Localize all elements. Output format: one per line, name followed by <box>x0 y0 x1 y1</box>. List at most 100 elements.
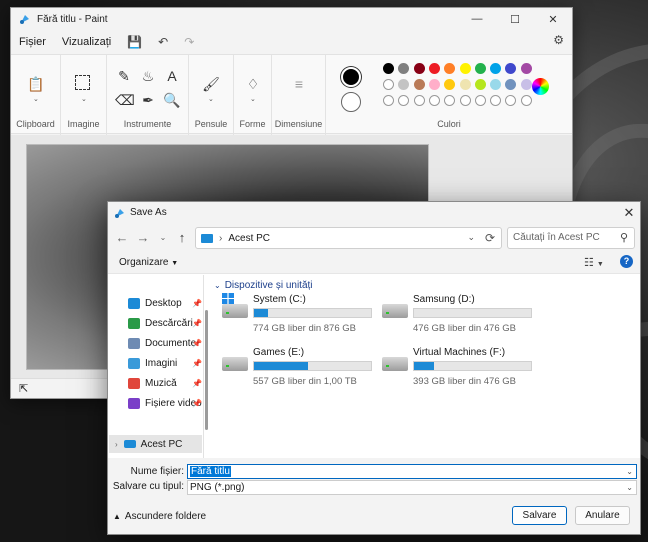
scrollbar-thumb[interactable] <box>205 310 208 430</box>
color-swatch[interactable] <box>505 63 517 74</box>
color-swatch[interactable] <box>474 79 486 90</box>
color-swatch[interactable] <box>398 63 410 74</box>
color-swatch[interactable] <box>474 95 486 106</box>
pin-icon[interactable]: 📌 <box>192 339 202 348</box>
organize-button[interactable]: Organizare ▼ <box>119 257 178 268</box>
chevron-down-icon[interactable]: ⌄ <box>33 95 39 103</box>
nav-item-this-pc[interactable]: › Acest PC <box>109 435 202 453</box>
chevron-down-icon[interactable]: ⌄ <box>626 481 633 494</box>
edit-colors-icon[interactable] <box>532 78 549 95</box>
color-swatch[interactable] <box>505 79 517 90</box>
save-icon[interactable]: 💾 <box>127 35 142 49</box>
color-swatch[interactable] <box>459 95 471 106</box>
color-swatch[interactable] <box>444 79 456 90</box>
search-icon[interactable]: ⚲ <box>620 228 628 248</box>
nav-item[interactable]: Fișiere video 📌 <box>128 394 202 412</box>
nav-item[interactable]: Muzică 📌 <box>128 374 202 392</box>
drive-item[interactable]: Games (E:) 557 GB liber din 1,00 TB <box>222 347 387 389</box>
drive-usage-bar <box>413 361 532 371</box>
recent-chevron-icon[interactable]: ⌄ <box>155 233 171 242</box>
color-swatch[interactable] <box>520 95 532 106</box>
color-swatch[interactable] <box>520 63 532 74</box>
select-icon[interactable] <box>75 75 90 90</box>
drive-item[interactable]: Samsung (D:) 476 GB liber din 476 GB <box>382 294 547 336</box>
hide-folders-button[interactable]: ▲ Ascundere foldere <box>113 511 206 522</box>
color-swatch[interactable] <box>505 95 517 106</box>
forward-arrow-icon[interactable]: → <box>135 230 151 245</box>
up-arrow-icon[interactable]: ↑ <box>174 230 190 245</box>
nav-item[interactable]: Documente 📌 <box>128 334 202 352</box>
address-bar[interactable]: › Acest PC ⌄ ⟳ <box>195 227 502 249</box>
nav-item[interactable]: Desktop 📌 <box>128 294 202 312</box>
redo-icon[interactable]: ↷ <box>184 35 194 49</box>
drive-item[interactable]: System (C:) 774 GB liber din 876 GB <box>222 294 387 336</box>
color-swatch[interactable] <box>459 79 471 90</box>
brush-icon[interactable]: 🖌 <box>202 75 220 93</box>
search-input[interactable]: Căutați în Acest PC ⚲ <box>507 227 635 249</box>
color-swatch[interactable] <box>413 63 425 74</box>
color-swatch[interactable] <box>383 95 394 106</box>
pin-icon[interactable]: 📌 <box>192 379 202 388</box>
group-size: ≡ Dimensiune <box>272 55 326 135</box>
color-swatch[interactable] <box>383 79 394 90</box>
text-icon[interactable]: A <box>163 67 181 85</box>
size-icon[interactable]: ≡ <box>290 75 308 93</box>
menu-view[interactable]: Vizualizați <box>62 36 111 48</box>
nav-scrollbar[interactable] <box>205 275 209 458</box>
pin-icon[interactable]: 📌 <box>192 299 202 308</box>
eraser-icon[interactable]: ⌫ <box>115 91 135 109</box>
color-swatch[interactable] <box>428 79 440 90</box>
color-swatch[interactable] <box>444 95 456 106</box>
pin-icon[interactable]: 📌 <box>192 319 202 328</box>
chevron-down-icon[interactable]: ⌄ <box>208 95 214 103</box>
color-swatch[interactable] <box>490 79 502 90</box>
color-swatch[interactable] <box>520 79 532 90</box>
back-arrow-icon[interactable]: ← <box>114 230 130 245</box>
minimize-icon[interactable]: — <box>458 8 496 30</box>
drive-item[interactable]: Virtual Machines (F:) 393 GB liber din 47… <box>382 347 547 389</box>
refresh-icon[interactable]: ⟳ <box>485 231 495 245</box>
menu-file[interactable]: Fișier <box>19 36 46 48</box>
color-swatch[interactable] <box>490 63 502 74</box>
shapes-icon[interactable]: ♢ <box>244 75 262 93</box>
cancel-button[interactable]: Anulare <box>575 506 630 525</box>
color-swatch[interactable] <box>398 95 410 106</box>
secondary-color-swatch[interactable] <box>341 92 361 112</box>
pin-icon[interactable]: 📌 <box>192 399 202 408</box>
color-swatch[interactable] <box>444 63 456 74</box>
color-swatch[interactable] <box>459 63 471 74</box>
color-swatch[interactable] <box>398 79 410 90</box>
nav-item[interactable]: Imagini 📌 <box>128 354 202 372</box>
pencil-icon[interactable]: ✎ <box>115 67 133 85</box>
nav-item[interactable]: Descărcări 📌 <box>128 314 202 332</box>
color-swatch[interactable] <box>428 63 440 74</box>
magnifier-icon[interactable]: 🔍 <box>163 91 181 109</box>
save-button[interactable]: Salvare <box>512 506 567 525</box>
color-swatch[interactable] <box>490 95 502 106</box>
color-swatch[interactable] <box>428 95 440 106</box>
chevron-down-icon[interactable]: ⌄ <box>250 95 256 103</box>
maximize-icon[interactable]: ☐ <box>496 8 534 30</box>
close-icon[interactable]: ✕ <box>534 8 572 30</box>
expand-chevron-icon[interactable]: › <box>115 440 118 449</box>
view-options-icon[interactable]: ☷ ▼ <box>584 256 604 269</box>
filetype-select[interactable]: PNG (*.png) ⌄ <box>187 480 637 495</box>
color-swatch[interactable] <box>413 79 425 90</box>
close-icon[interactable]: ✕ <box>618 202 640 223</box>
undo-icon[interactable]: ↶ <box>158 35 168 49</box>
chevron-down-icon[interactable]: ⌄ <box>626 465 633 478</box>
fill-icon[interactable]: ♨ <box>139 67 157 85</box>
settings-icon[interactable]: ⚙ <box>553 33 564 47</box>
color-swatch[interactable] <box>413 95 425 106</box>
group-header[interactable]: ⌄ Dispozitive și unități <box>214 280 313 291</box>
clipboard-icon[interactable]: 📋 <box>27 75 45 93</box>
help-icon[interactable]: ? <box>620 255 633 268</box>
primary-color-swatch[interactable] <box>341 67 361 87</box>
address-dropdown-icon[interactable]: ⌄ <box>467 232 475 243</box>
chevron-down-icon[interactable]: ⌄ <box>81 95 87 103</box>
pin-icon[interactable]: 📌 <box>192 359 202 368</box>
color-swatch[interactable] <box>474 63 486 74</box>
color-swatch[interactable] <box>383 63 394 74</box>
color-picker-icon[interactable]: ✒ <box>139 91 157 109</box>
filename-input[interactable]: Fără titlu ⌄ <box>187 464 637 479</box>
